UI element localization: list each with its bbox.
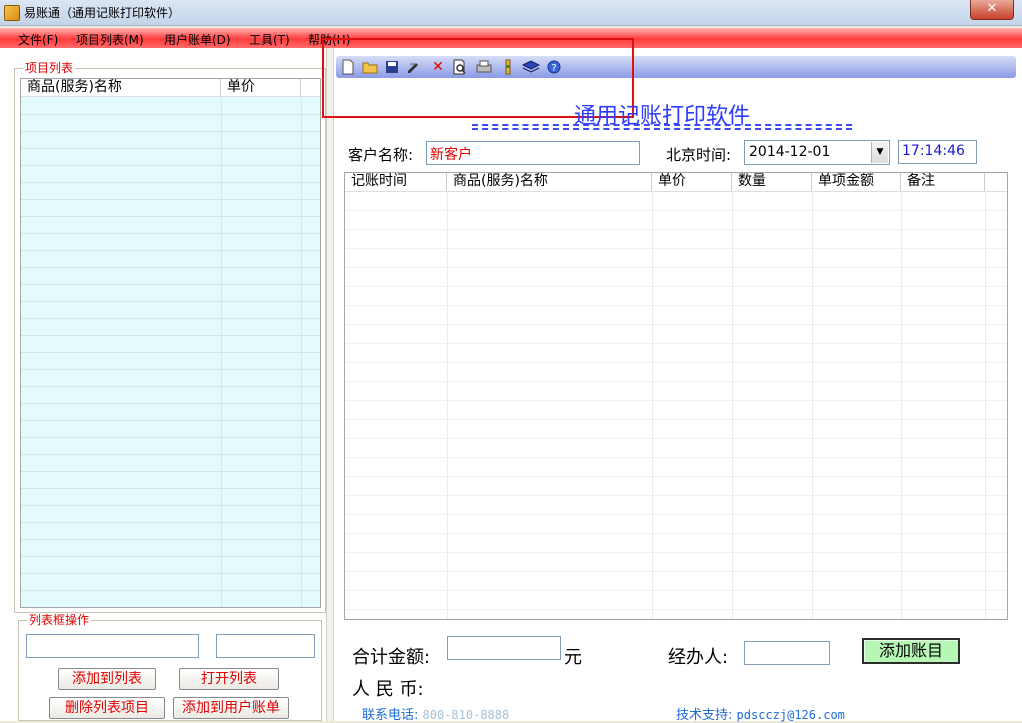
column-divider	[985, 192, 986, 619]
window-title: 易账通（通用记账打印软件）	[24, 6, 181, 20]
contact-phone: 联系电话: 800-810-8888	[362, 704, 509, 723]
column-header-time[interactable]: 记账时间	[345, 173, 447, 191]
total-amount-field[interactable]	[447, 636, 561, 660]
operator-input[interactable]	[744, 641, 830, 665]
date-value: 2014-12-01	[749, 144, 831, 160]
menu-project-list[interactable]: 项目列表(M)	[76, 31, 144, 48]
item-price-input[interactable]	[216, 634, 315, 658]
phone-value: 800-810-8888	[422, 708, 510, 722]
currency-unit: 元	[564, 647, 582, 668]
column-divider	[812, 192, 813, 619]
column-header-price[interactable]: 单价	[652, 173, 732, 191]
tech-support: 技术支持: pdscczj@126.com	[676, 704, 845, 723]
close-button[interactable]: ✕	[970, 0, 1014, 20]
app-icon	[4, 5, 20, 21]
operator-label: 经办人:	[668, 647, 729, 668]
column-divider	[301, 98, 302, 607]
time-field: 17:14:46	[898, 140, 977, 164]
delete-list-item-button[interactable]: 删除列表项目	[49, 697, 165, 719]
column-divider	[447, 192, 448, 619]
column-divider	[732, 192, 733, 619]
open-list-button[interactable]: 打开列表	[179, 668, 279, 690]
item-name-input[interactable]	[26, 634, 199, 658]
add-to-list-button[interactable]: 添加到列表	[58, 668, 156, 690]
customer-label: 客户名称:	[348, 146, 414, 164]
column-divider	[901, 192, 902, 619]
menu-file[interactable]: 文件(F)	[18, 31, 58, 48]
bill-table[interactable]: 记账时间 商品(服务)名称 单价 数量 单项金额 备注	[344, 172, 1008, 620]
chevron-down-icon[interactable]: ▼	[871, 142, 888, 163]
total-amount-label: 合计金额:	[352, 647, 431, 668]
support-email[interactable]: pdscczj@126.com	[737, 708, 845, 722]
bill-table-rows	[345, 192, 1007, 619]
bill-table-header: 记账时间 商品(服务)名称 单价 数量 单项金额 备注	[345, 173, 1007, 192]
project-list-header: 商品(服务)名称 单价	[21, 79, 320, 97]
column-header-name[interactable]: 商品(服务)名称	[21, 79, 221, 97]
project-list-rows	[21, 98, 320, 607]
column-header-name[interactable]: 商品(服务)名称	[447, 173, 652, 191]
column-header-quantity[interactable]: 数量	[732, 173, 812, 191]
panel-splitter[interactable]	[326, 48, 334, 721]
title-bar: 易账通（通用记账打印软件） ✕	[0, 0, 1022, 26]
column-header-amount[interactable]: 单项金额	[812, 173, 901, 191]
beijing-time-label: 北京时间:	[666, 146, 732, 164]
project-list-title: 项目列表	[23, 61, 76, 75]
list-ops-title: 列表框操作	[27, 613, 92, 627]
add-entry-button[interactable]: 添加账目	[862, 638, 960, 664]
column-header-note[interactable]: 备注	[901, 173, 985, 191]
menu-user-bill[interactable]: 用户账单(D)	[164, 31, 231, 48]
column-divider	[652, 192, 653, 619]
date-select[interactable]: 2014-12-01 ▼	[744, 140, 890, 165]
project-list-table[interactable]: 商品(服务)名称 单价	[20, 78, 321, 608]
rmb-label: 人 民 币:	[352, 679, 424, 700]
add-to-user-bill-button[interactable]: 添加到用户账单	[173, 697, 289, 719]
column-header-price[interactable]: 单价	[221, 79, 301, 97]
menu-tools[interactable]: 工具(T)	[249, 31, 290, 48]
column-divider	[221, 98, 222, 607]
heading-underline	[472, 124, 852, 130]
customer-name-input[interactable]: 新客户	[426, 141, 640, 165]
